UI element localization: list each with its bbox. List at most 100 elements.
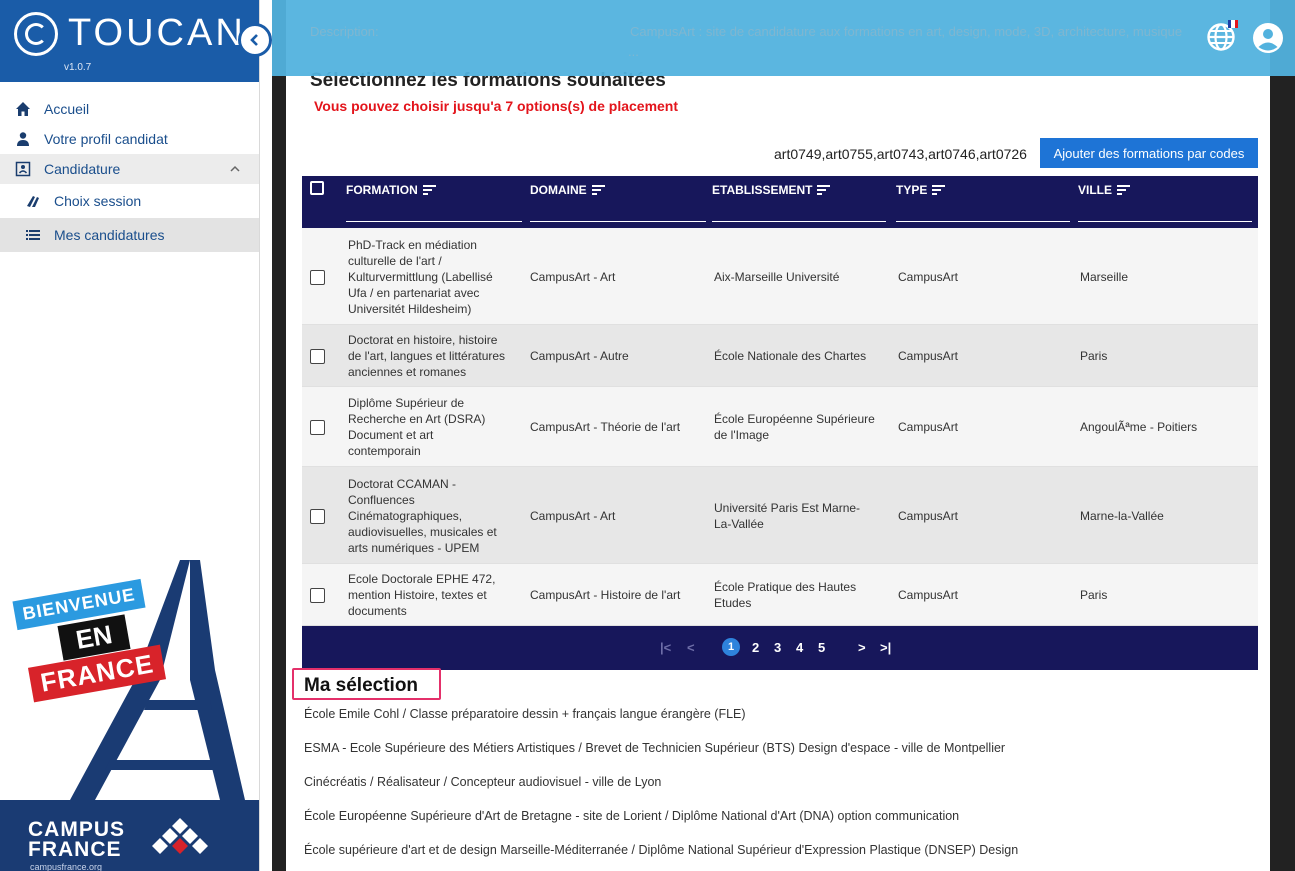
domaine-filter-input[interactable] xyxy=(530,221,706,222)
campus-france-diamond-icon xyxy=(152,818,208,854)
sort-icon xyxy=(932,185,946,195)
type-filter-input[interactable] xyxy=(896,221,1070,222)
campus-france-wordmark: CAMPUS FRANCE xyxy=(28,818,126,861)
app-version: v1.0.7 xyxy=(64,62,92,73)
row-checkbox[interactable] xyxy=(310,588,325,603)
row-checkbox[interactable] xyxy=(310,349,325,364)
page-frame-left xyxy=(272,0,286,871)
sidebar-nav: Accueil Votre profil candidat Candidatur… xyxy=(0,94,259,252)
top-header: Description: CampusArt : site de candida… xyxy=(272,0,1295,76)
cell-type: CampusArt xyxy=(898,508,959,523)
pagination: |< < 1 2 3 4 5 > >| xyxy=(302,626,1258,670)
page-2-button[interactable]: 2 xyxy=(752,640,759,655)
column-ville[interactable]: VILLE xyxy=(1078,176,1262,228)
page-3-button[interactable]: 3 xyxy=(774,640,781,655)
prev-page-button[interactable]: < xyxy=(687,640,695,655)
campus-france-logo: CAMPUS FRANCE campusfrance.org xyxy=(0,800,259,871)
cell-etablissement: Aix-Marseille Université xyxy=(714,269,840,284)
sidebar-item-label: Choix session xyxy=(54,193,142,209)
select-all-checkbox[interactable] xyxy=(310,181,324,195)
page-1-button[interactable]: 1 xyxy=(722,638,740,656)
next-page-button[interactable]: > xyxy=(858,640,866,655)
cell-type: CampusArt xyxy=(898,349,959,363)
sidebar: TOUCAN v1.0.7 Accueil Votre profil candi… xyxy=(0,0,260,871)
description-text: CampusArt : site de candidature aux form… xyxy=(630,24,1183,39)
cell-formation: Ecole Doctorale EPHE 472, mention Histoir… xyxy=(348,572,496,618)
last-page-button[interactable]: >| xyxy=(880,640,891,655)
selection-item: École Européenne Supérieure d'Art de Bre… xyxy=(304,809,960,823)
sort-icon xyxy=(1117,185,1131,195)
first-page-button[interactable]: |< xyxy=(660,640,671,655)
french-flag-icon xyxy=(1228,20,1238,28)
cell-formation: Doctorat en histoire, histoire de l'art, … xyxy=(348,333,506,379)
formations-table: FORMATION DOMAINE ETABLISSEMENT TYPE VIL… xyxy=(302,176,1258,670)
sidebar-item-label: Accueil xyxy=(44,101,90,117)
placement-limit-note: Vous pouvez choisir jusqu'a 7 options(s)… xyxy=(314,98,679,114)
cell-domaine: CampusArt - Art xyxy=(530,508,616,523)
formation-codes-input[interactable] xyxy=(774,141,1036,167)
sidebar-item-profil[interactable]: Votre profil candidat xyxy=(0,124,259,154)
selection-item: École Emile Cohl / Classe préparatoire d… xyxy=(304,707,746,721)
collapse-sidebar-button[interactable] xyxy=(238,23,272,57)
column-domaine[interactable]: DOMAINE xyxy=(530,176,716,228)
selection-title: Ma sélection xyxy=(304,675,419,696)
sidebar-item-mes-candidatures[interactable]: Mes candidatures xyxy=(0,218,259,252)
brand-header: TOUCAN v1.0.7 xyxy=(0,0,259,82)
cell-ville: Marseille xyxy=(1080,269,1129,284)
sidebar-item-label: Candidature xyxy=(44,161,121,177)
welcome-poster: BIENVENUE EN FRANCE CAMPUS FRANCE campus… xyxy=(0,560,259,871)
cell-formation: Diplôme Supérieur de Recherche en Art (DS… xyxy=(348,396,486,458)
description-more: ... xyxy=(628,44,639,59)
cell-ville: Marne-la-Vallée xyxy=(1080,508,1164,523)
app-name: TOUCAN xyxy=(68,12,246,54)
column-formation[interactable]: FORMATION xyxy=(346,176,532,228)
cell-ville: Paris xyxy=(1080,588,1108,602)
list-icon xyxy=(22,227,44,243)
sidebar-item-choix-session[interactable]: Choix session xyxy=(0,184,259,218)
table-row[interactable]: Diplôme Supérieur de Recherche en Art (DS… xyxy=(302,387,1258,467)
table-row[interactable]: Doctorat CCAMAN - Confluences Cinématograp… xyxy=(302,467,1258,564)
description-label: Description: xyxy=(310,24,379,39)
column-type[interactable]: TYPE xyxy=(896,176,1080,228)
cell-formation: PhD-Track en médiation culturelle de l'ar… xyxy=(348,237,493,316)
ville-filter-input[interactable] xyxy=(1078,221,1252,222)
cell-domaine: CampusArt - Théorie de l'art xyxy=(530,420,681,434)
sort-icon xyxy=(422,185,436,195)
cell-etablissement: Université Paris Est Marne- La-Vallée xyxy=(714,500,861,531)
cell-type: CampusArt xyxy=(898,269,959,284)
selection-item: ESMA - Ecole Supérieure des Métiers Arti… xyxy=(304,741,1006,755)
sidebar-item-accueil[interactable]: Accueil xyxy=(0,94,259,124)
selection-item: Cinécréatis / Réalisateur / Concepteur a… xyxy=(304,775,662,789)
cell-domaine: CampusArt - Histoire de l'art xyxy=(530,588,681,602)
column-etablissement[interactable]: ETABLISSEMENT xyxy=(712,176,896,228)
etablissement-filter-input[interactable] xyxy=(712,221,886,222)
page-4-button[interactable]: 4 xyxy=(796,640,803,655)
table-body: PhD-Track en médiation culturelle de l'ar… xyxy=(302,228,1258,626)
row-checkbox[interactable] xyxy=(310,420,325,435)
table-row[interactable]: PhD-Track en médiation culturelle de l'ar… xyxy=(302,228,1258,325)
cell-etablissement: École Nationale des Chartes xyxy=(714,349,867,363)
row-checkbox[interactable] xyxy=(310,508,325,524)
cell-formation: Doctorat CCAMAN - Confluences Cinématograp… xyxy=(348,476,497,555)
user-account-icon[interactable] xyxy=(1252,22,1284,54)
cell-type: CampusArt xyxy=(898,588,959,602)
sidebar-item-label: Votre profil candidat xyxy=(44,131,168,147)
sidebar-item-candidature[interactable]: Candidature xyxy=(0,154,259,184)
candidature-icon xyxy=(12,161,34,177)
cell-domaine: CampusArt - Art xyxy=(530,269,616,284)
sort-icon xyxy=(591,185,605,195)
table-row[interactable]: Ecole Doctorale EPHE 472, mention Histoir… xyxy=(302,564,1258,626)
add-formations-by-codes-button[interactable]: Ajouter des formations par codes xyxy=(1040,138,1258,168)
cell-ville: AngoulÃªme - Poitiers xyxy=(1080,420,1198,434)
cell-ville: Paris xyxy=(1080,349,1108,363)
table-row[interactable]: Doctorat en histoire, histoire de l'art, … xyxy=(302,325,1258,387)
row-checkbox[interactable] xyxy=(310,269,325,285)
cell-etablissement: École Pratique des Hautes Etudes xyxy=(714,580,857,610)
page-frame-right xyxy=(1270,0,1295,871)
formation-filter-input[interactable] xyxy=(346,221,522,222)
table-header: FORMATION DOMAINE ETABLISSEMENT TYPE VIL… xyxy=(302,176,1258,228)
chevron-up-icon[interactable] xyxy=(230,162,240,176)
page-5-button[interactable]: 5 xyxy=(818,640,825,655)
campus-france-url: campusfrance.org xyxy=(30,862,103,871)
book-icon xyxy=(22,193,44,209)
